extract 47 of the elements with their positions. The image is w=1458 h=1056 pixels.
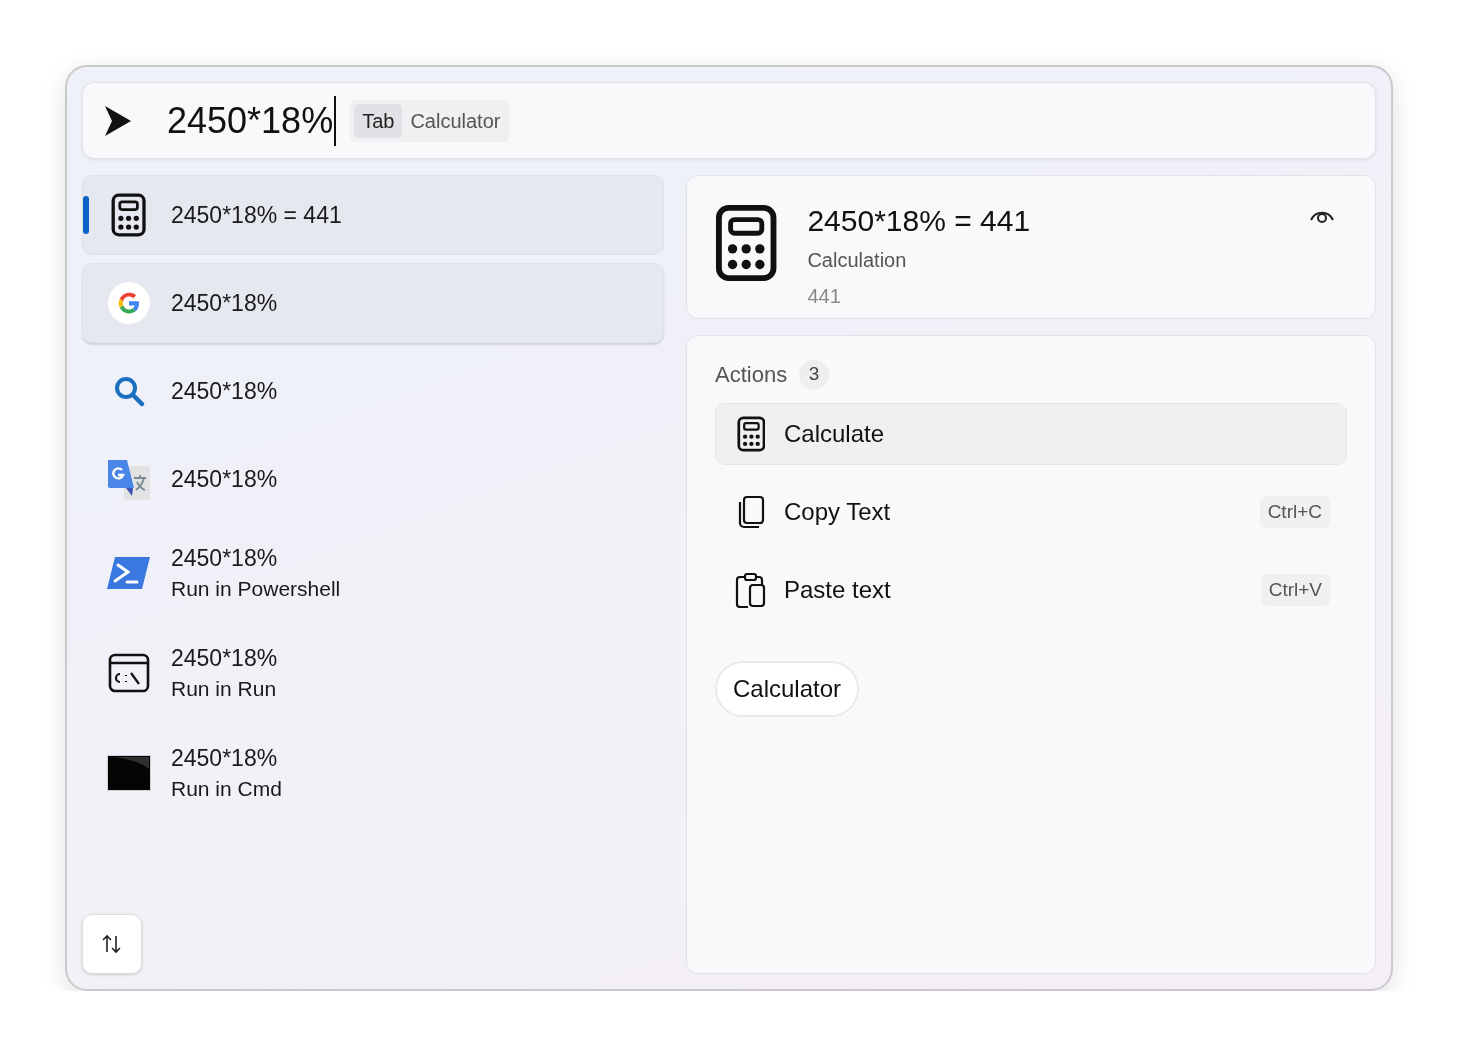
result-title: 2450*18% — [171, 544, 279, 574]
result-item[interactable]: 2450*18% — [82, 439, 664, 519]
calculator-icon — [715, 204, 778, 282]
hint-text: Calculator — [410, 108, 501, 134]
result-title: 2450*18% = 441 — [171, 200, 342, 230]
result-item[interactable]: 2450*18% = 441 — [82, 175, 664, 255]
shortcut-key: Ctrl+V — [1260, 573, 1330, 607]
action-item[interactable]: Paste text Ctrl+V — [715, 559, 1347, 621]
count-badge: 3 — [799, 359, 830, 390]
shortcut-key: Ctrl+C — [1259, 495, 1330, 529]
result-item[interactable]: 2450*18% Run in Powershell — [82, 527, 664, 619]
result-item[interactable]: 2450*18% Run in Run — [82, 627, 664, 719]
plugin-tag[interactable]: Calculator — [715, 661, 860, 717]
result-subtitle: Run in Run — [171, 676, 278, 703]
actions-heading: Actions — [715, 361, 788, 389]
result-item[interactable]: 2450*18% — [82, 263, 664, 343]
search-field[interactable]: 2450*18% — [167, 95, 337, 146]
result-subtitle: Run in Powershell — [171, 576, 341, 603]
chevron-icon — [103, 103, 133, 138]
detail-title: 2450*18% = 441 — [807, 204, 1031, 237]
result-title: 2450*18% — [171, 464, 278, 494]
sort-button[interactable] — [82, 914, 142, 974]
detail-subtitle: Calculation — [807, 248, 908, 273]
console-window-icon — [106, 753, 152, 793]
result-item[interactable]: 2450*18% — [82, 351, 664, 431]
action-label: Calculate — [784, 419, 886, 449]
action-label: Paste text — [784, 575, 892, 605]
sort-arrows-icon — [100, 932, 124, 956]
selection-indicator — [83, 196, 89, 234]
run-dialog-icon — [108, 652, 150, 694]
calculator-icon — [111, 193, 147, 237]
search-icon — [112, 374, 146, 408]
copy-icon — [736, 495, 766, 529]
result-item[interactable]: 2450*18% Run in Cmd — [82, 727, 664, 819]
action-item[interactable]: Copy Text Ctrl+C — [715, 481, 1347, 543]
result-subtitle: Run in Cmd — [171, 776, 282, 803]
result-title: 2450*18% — [171, 644, 278, 674]
clipboard-icon — [735, 572, 767, 608]
result-title: 2450*18% — [171, 744, 279, 774]
result-title: 2450*18% — [171, 376, 278, 406]
google-icon — [108, 282, 150, 324]
key-label: Tab — [354, 103, 403, 138]
action-label: Copy Text — [784, 497, 892, 527]
calculator-icon — [736, 416, 766, 452]
detail-value: 441 — [807, 284, 842, 309]
action-item[interactable]: Calculate — [715, 403, 1347, 465]
result-title: 2450*18% — [171, 288, 278, 318]
